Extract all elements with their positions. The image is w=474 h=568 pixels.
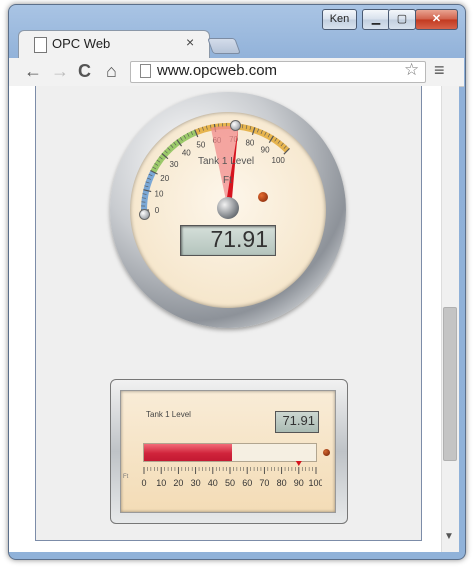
gauge-tick-label: 10	[155, 189, 164, 198]
linear-tick-label: 0	[141, 478, 146, 488]
gauge-tick-label: 20	[160, 174, 169, 183]
bookmark-star-icon[interactable]: ☆	[404, 60, 419, 80]
status-led-icon	[323, 449, 330, 456]
forward-arrow-icon[interactable]: →	[51, 61, 69, 82]
reload-icon[interactable]: C	[78, 61, 91, 82]
linear-gauge-unit: Ft	[123, 474, 129, 480]
new-tab-button[interactable]	[207, 38, 241, 54]
gauge-tick-label: 40	[182, 149, 191, 158]
needle-hub-icon	[217, 197, 239, 219]
tab-title: OPC Web	[52, 36, 111, 51]
page-favicon-icon	[34, 37, 47, 53]
linear-tick-label: 20	[173, 478, 183, 488]
page-icon	[140, 64, 151, 78]
linear-tick-label: 30	[191, 478, 201, 488]
user-profile-button[interactable]: Ken	[322, 9, 357, 30]
menu-icon[interactable]: ≡	[434, 60, 445, 81]
back-arrow-icon[interactable]: ←	[24, 61, 42, 82]
gauge-tick-label: 0	[155, 206, 160, 215]
linear-tick-label: 40	[208, 478, 218, 488]
linear-gauge-title: Tank 1 Level	[146, 410, 191, 419]
linear-tick-label: 60	[242, 478, 252, 488]
home-icon[interactable]: ⌂	[106, 61, 117, 82]
gauge-screw-icon	[230, 120, 241, 131]
maximize-button[interactable]: ▢	[388, 9, 416, 30]
linear-gauge-scale: 0 10 20 30 40 50 60 70 80 90 100	[141, 461, 322, 488]
linear-tick-label: 90	[294, 478, 304, 488]
linear-tick-label: 10	[156, 478, 166, 488]
gauge-tick-label: 30	[170, 160, 179, 169]
gauge-tick-label: 90	[261, 145, 270, 154]
radial-gauge-title: Tank 1 Level	[198, 156, 255, 167]
radial-gauge-unit: Ft	[223, 175, 232, 186]
linear-tick-label: 70	[259, 478, 269, 488]
radial-gauge-value: 71.91	[210, 226, 268, 252]
linear-tick-label: 100	[308, 478, 322, 488]
linear-setpoint-marker	[295, 461, 302, 466]
linear-gauge-value: 71.91	[282, 413, 315, 428]
tab-close-icon[interactable]: ×	[186, 34, 194, 50]
status-led-icon	[258, 192, 268, 202]
gauge-screw-icon	[139, 209, 150, 220]
linear-tick-label: 50	[225, 478, 235, 488]
gauge-range-band	[194, 123, 290, 153]
linear-tick-label: 80	[277, 478, 287, 488]
gauge-tick-label: 50	[196, 140, 205, 149]
gauge-tick-label: 80	[245, 138, 254, 147]
minimize-button[interactable]: ▁	[362, 9, 390, 30]
gauge-tick-label: 100	[272, 156, 286, 165]
close-window-button[interactable]: ✕	[415, 9, 458, 30]
scrollbar-thumb[interactable]	[443, 307, 457, 461]
scroll-down-arrow-icon[interactable]: ▼	[444, 531, 454, 542]
url-text[interactable]: www.opcweb.com	[157, 62, 277, 79]
